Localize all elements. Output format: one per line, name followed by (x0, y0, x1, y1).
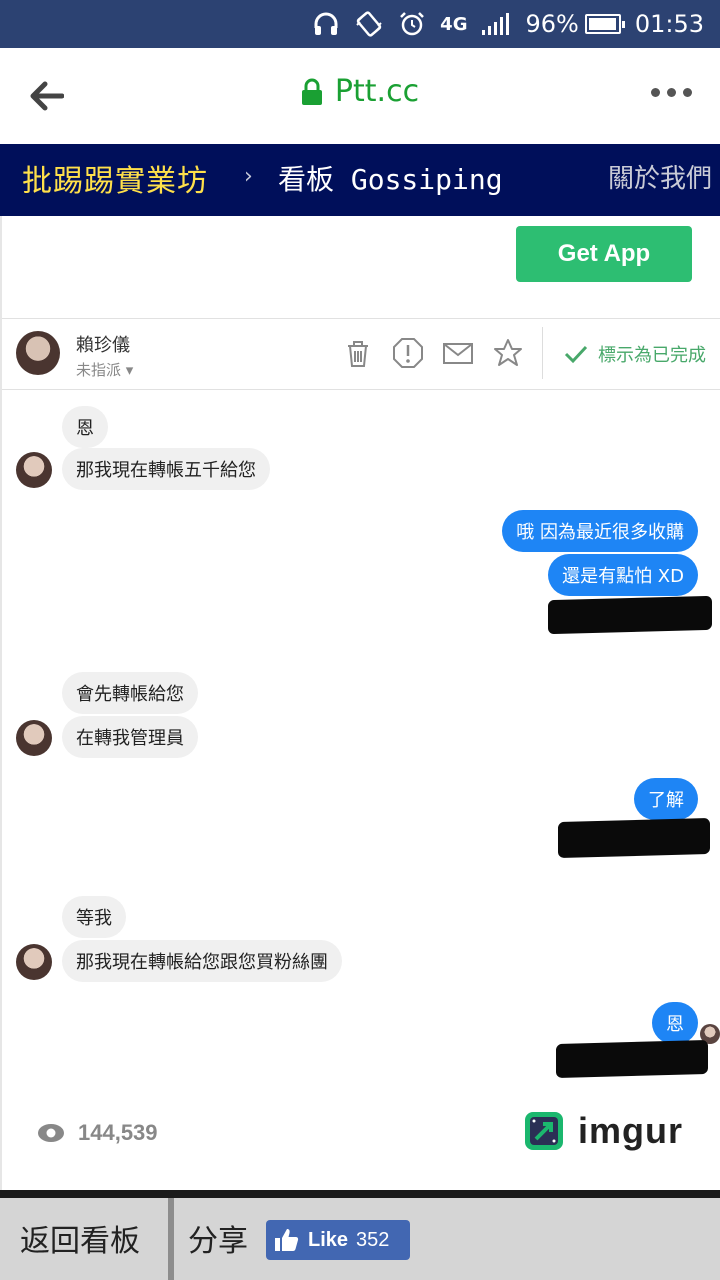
eye-icon (38, 1124, 64, 1142)
share-label: 分享 (188, 1224, 248, 1259)
message-bubble-incoming: 那我現在轉帳給您跟您買粉絲團 (62, 940, 342, 982)
message-bubble-incoming: 等我 (62, 896, 126, 938)
message-bubble-incoming: 在轉我管理員 (62, 716, 198, 758)
message-bubble-incoming: 那我現在轉帳五千給您 (62, 448, 270, 490)
star-icon (494, 339, 522, 366)
network-4g-icon: 4G (440, 14, 467, 35)
redaction-scribble (548, 595, 712, 635)
mail-icon (443, 343, 473, 364)
post-image: Get App 賴珍儀 未指派 ▾ 標示為已完成 恩 那我現在轉帳五千給您 哦 … (0, 216, 720, 1192)
imgur-app-icon (525, 1112, 563, 1150)
vibrate-icon (354, 9, 384, 39)
contact-name: 賴珍儀 (76, 335, 130, 356)
signal-icon (481, 12, 511, 36)
message-bubble-outgoing: 了解 (634, 778, 698, 820)
contact-avatar (16, 944, 52, 980)
imgur-logo[interactable]: imgur (524, 1110, 683, 1152)
get-app-button[interactable]: Get App (516, 226, 692, 282)
alarm-icon (398, 10, 426, 38)
assign-label: 未指派 (76, 361, 122, 379)
breadcrumb-separator: › (244, 164, 253, 189)
network-label: 4G (440, 13, 468, 35)
message-bubble-outgoing: 哦 因為最近很多收購 (502, 510, 698, 552)
contact-avatar (16, 331, 60, 375)
message-bubble-incoming: 會先轉帳給您 (62, 672, 198, 714)
lock-icon (301, 78, 322, 105)
bottom-bar: 返回看板 分享 Like 352 (0, 1198, 720, 1280)
message-bubble-outgoing: 恩 (652, 1002, 698, 1044)
imgur-wordmark: imgur (578, 1110, 684, 1151)
headphones-icon (312, 10, 340, 38)
ptt-header: 批踢踢實業坊 › 看板 Gossiping 關於我們 (0, 144, 720, 216)
battery-icon (584, 14, 625, 34)
thumbs-up-icon (275, 1229, 299, 1251)
check-icon (564, 345, 588, 364)
trash-icon (348, 341, 368, 367)
redaction-scribble (558, 818, 710, 858)
browser-toolbar: Ptt.cc (0, 48, 720, 144)
page: 4G 96% 01:53 Ptt.cc 批踢踢實業坊 › 看板 Gossipin… (0, 0, 720, 1280)
image-border (0, 1190, 720, 1198)
mark-done-button: 標示為已完成 (564, 341, 706, 367)
contact-avatar (16, 720, 52, 756)
view-count: 144,539 (36, 1120, 158, 1146)
toolbar-divider (542, 327, 543, 379)
redaction-scribble (556, 1040, 708, 1078)
back-to-board-button[interactable]: 返回看板 (20, 1216, 140, 1260)
facebook-like-button[interactable]: Like 352 (266, 1220, 410, 1260)
board-link[interactable]: 看板 Gossiping (278, 158, 503, 198)
url-text: Ptt.cc (334, 74, 420, 109)
view-count-value: 144,539 (78, 1120, 158, 1145)
like-label: Like (308, 1228, 349, 1251)
battery-percent: 96% (525, 10, 579, 38)
like-count: 352 (356, 1228, 390, 1251)
battery-indicator: 96% (525, 10, 625, 38)
url-bar[interactable]: Ptt.cc (0, 74, 720, 109)
message-bubble-incoming: 恩 (62, 406, 108, 448)
clock: 01:53 (634, 10, 704, 38)
bottom-divider (168, 1198, 174, 1280)
assign-dropdown: 未指派 ▾ (76, 361, 134, 379)
mark-done-label: 標示為已完成 (598, 345, 706, 366)
contact-avatar (16, 452, 52, 488)
status-bar: 4G 96% 01:53 (0, 0, 720, 48)
more-dots-icon[interactable] (651, 88, 692, 97)
message-bubble-outgoing: 還是有點怕 XD (548, 554, 698, 596)
alert-icon (393, 338, 423, 368)
inbox-toolbar: 賴珍儀 未指派 ▾ 標示為已完成 (2, 318, 720, 390)
site-logo[interactable]: 批踢踢實業坊 (22, 156, 208, 200)
about-link[interactable]: 關於我們 (608, 158, 712, 195)
